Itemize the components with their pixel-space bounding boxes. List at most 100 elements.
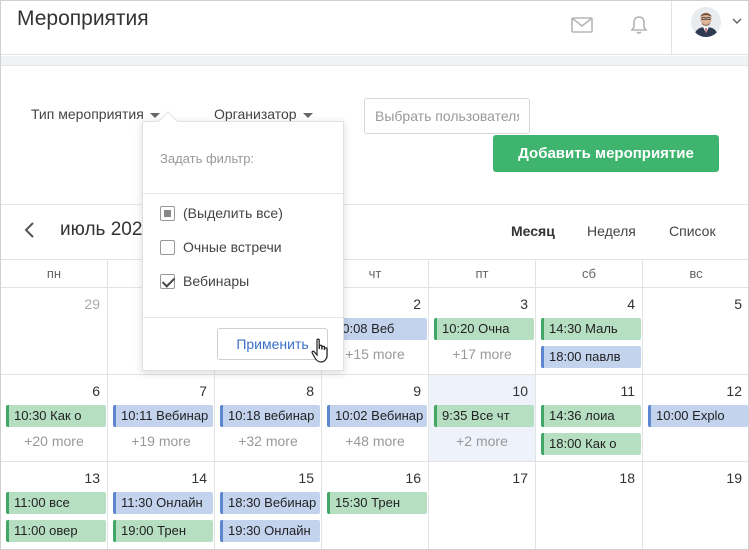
- more-events-link[interactable]: +17 more: [429, 346, 535, 362]
- event-type-filter[interactable]: Тип мероприятия: [31, 106, 160, 122]
- day-cell[interactable]: 12 10:00 Explo: [643, 375, 748, 461]
- calendar-event[interactable]: 19:00 Трен: [113, 520, 213, 542]
- day-number[interactable]: 7: [199, 383, 207, 399]
- day-number[interactable]: 16: [405, 470, 421, 486]
- weekday-label: пт: [429, 260, 536, 288]
- option-label: (Выделить все): [183, 205, 283, 221]
- top-bar: Мероприятия: [1, 1, 748, 55]
- view-month-button[interactable]: Месяц: [511, 223, 555, 239]
- divider: [143, 317, 343, 318]
- day-cell[interactable]: 7 10:11 Вебинар +19 more: [108, 375, 215, 461]
- day-number[interactable]: 17: [512, 470, 528, 486]
- calendar-event[interactable]: 18:00 павлв: [541, 346, 641, 368]
- day-cell[interactable]: 13 11:00 все 11:00 овер: [1, 462, 108, 549]
- option-select-all[interactable]: (Выделить все): [160, 205, 283, 221]
- account-menu-caret[interactable]: [732, 17, 742, 28]
- week-row: 13 11:00 все 11:00 овер 14 11:30 Онлайн 19:00…: [1, 462, 748, 549]
- more-events-link[interactable]: +20 more: [1, 433, 107, 449]
- day-number[interactable]: 13: [84, 470, 100, 486]
- organizer-filter[interactable]: Организатор: [214, 106, 313, 122]
- day-number[interactable]: 4: [627, 296, 635, 312]
- day-cell[interactable]: 6 10:30 Как о +20 more: [1, 375, 108, 461]
- checkbox-in-person[interactable]: [160, 239, 175, 255]
- calendar-event[interactable]: 18:00 Как о: [541, 433, 641, 455]
- day-cell[interactable]: 8 10:18 вебинар +32 more: [215, 375, 322, 461]
- option-label: Вебинары: [183, 273, 250, 289]
- calendar-event[interactable]: 10:30 Как о: [6, 405, 106, 427]
- calendar-event[interactable]: 11:30 Онлайн: [113, 492, 213, 514]
- day-number[interactable]: 14: [191, 470, 207, 486]
- calendar-toolbar: июль 202 Месяц Неделя Список: [1, 204, 748, 259]
- view-week-button[interactable]: Неделя: [587, 223, 636, 239]
- calendar-event[interactable]: 9:35 Все чт: [434, 405, 534, 427]
- day-cell[interactable]: 11 14:36 лоиа 18:00 Как о: [536, 375, 643, 461]
- weekday-label: пн: [1, 260, 108, 288]
- calendar-event[interactable]: 14:36 лоиа: [541, 405, 641, 427]
- page-title: Мероприятия: [17, 7, 149, 30]
- day-number[interactable]: 11: [620, 383, 635, 399]
- prev-month-button[interactable]: [23, 221, 35, 245]
- weekday-label: вс: [643, 260, 748, 288]
- chevron-left-icon: [24, 222, 34, 238]
- calendar-event[interactable]: 18:30 Вебинар: [220, 492, 320, 514]
- header-divider: [671, 1, 672, 55]
- option-in-person[interactable]: Очные встречи: [160, 239, 282, 255]
- day-number[interactable]: 15: [298, 470, 314, 486]
- day-number[interactable]: 5: [734, 296, 742, 312]
- day-number[interactable]: 2: [413, 296, 421, 312]
- calendar-event[interactable]: 11:00 все: [6, 492, 106, 514]
- day-cell[interactable]: 14 11:30 Онлайн 19:00 Трен: [108, 462, 215, 549]
- add-event-button[interactable]: Добавить мероприятие: [493, 135, 719, 172]
- chevron-down-icon: [302, 112, 313, 118]
- user-select-input[interactable]: [364, 98, 530, 134]
- day-number[interactable]: 8: [306, 383, 314, 399]
- day-cell[interactable]: 4 14:30 Маль 18:00 павлв: [536, 288, 643, 374]
- weekday-header: пнвтсрчтптсбвс: [1, 259, 748, 288]
- avatar[interactable]: [691, 7, 721, 37]
- day-cell[interactable]: 16 15:30 Трен: [322, 462, 429, 549]
- week-row: 29 2 10:08 Веб +15 more 3 10:20 Очна +17 more 4…: [1, 288, 748, 375]
- checkbox-select-all[interactable]: [160, 205, 175, 221]
- bell-icon[interactable]: [627, 13, 651, 37]
- calendar-event[interactable]: 10:00 Explo: [648, 405, 748, 427]
- day-cell[interactable]: 15 18:30 Вебинар 19:30 Онлайн: [215, 462, 322, 549]
- day-cell[interactable]: 9 10:02 Вебинар +48 more: [322, 375, 429, 461]
- calendar-event[interactable]: 10:02 Вебинар: [327, 405, 427, 427]
- more-events-link[interactable]: +19 more: [108, 433, 214, 449]
- more-events-link[interactable]: +2 more: [429, 433, 535, 449]
- weekday-label: сб: [536, 260, 643, 288]
- calendar-event[interactable]: 19:30 Онлайн: [220, 520, 320, 542]
- day-number[interactable]: 19: [726, 470, 742, 486]
- more-events-link[interactable]: +32 more: [215, 433, 321, 449]
- day-number[interactable]: 3: [520, 296, 528, 312]
- hand-cursor-icon: [311, 338, 331, 369]
- day-number[interactable]: 29: [84, 296, 100, 312]
- calendar-event[interactable]: 10:11 Вебинар: [113, 405, 213, 427]
- calendar-event[interactable]: 10:20 Очна: [434, 318, 534, 340]
- view-list-button[interactable]: Список: [669, 223, 716, 239]
- popup-title: Задать фильтр:: [160, 151, 255, 166]
- day-number[interactable]: 10: [512, 383, 528, 399]
- day-cell[interactable]: 5: [643, 288, 748, 374]
- option-webinars[interactable]: Вебинары: [160, 273, 249, 289]
- day-number[interactable]: 18: [619, 470, 635, 486]
- day-cell[interactable]: 29: [1, 288, 108, 374]
- day-number[interactable]: 6: [92, 383, 100, 399]
- calendar-event[interactable]: 14:30 Маль: [541, 318, 641, 340]
- calendar-event[interactable]: 11:00 овер: [6, 520, 106, 542]
- calendar-event[interactable]: 15:30 Трен: [327, 492, 427, 514]
- event-type-filter-label: Тип мероприятия: [31, 106, 144, 122]
- day-cell[interactable]: 19: [643, 462, 748, 549]
- calendar-event[interactable]: 10:18 вебинар: [220, 405, 320, 427]
- month-title: июль 202: [60, 219, 143, 240]
- day-cell[interactable]: 3 10:20 Очна +17 more: [429, 288, 536, 374]
- day-cell[interactable]: 10 9:35 Все чт +2 more: [429, 375, 536, 461]
- day-number[interactable]: 9: [413, 383, 421, 399]
- more-events-link[interactable]: +48 more: [322, 433, 428, 449]
- day-cell[interactable]: 18: [536, 462, 643, 549]
- day-number[interactable]: 12: [726, 383, 742, 399]
- mail-icon[interactable]: [570, 13, 594, 37]
- divider: [143, 193, 343, 194]
- checkbox-webinars[interactable]: [160, 273, 175, 289]
- day-cell[interactable]: 17: [429, 462, 536, 549]
